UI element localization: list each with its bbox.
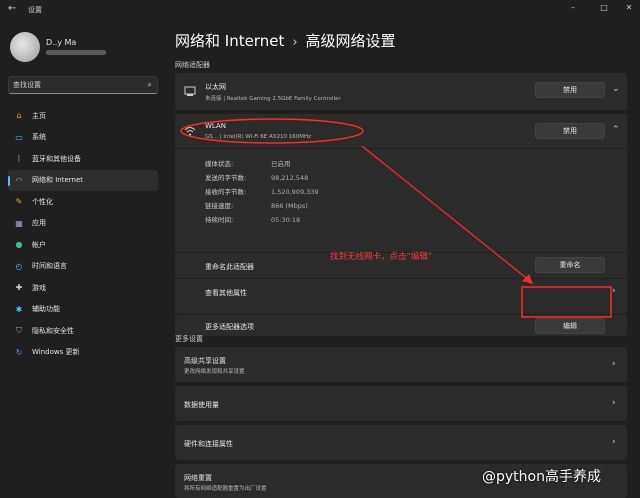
ethernet-icon: [184, 86, 196, 96]
network-reset-title: 网络重置: [184, 474, 212, 482]
wifi-icon: ◠: [15, 175, 23, 185]
data-usage-title: 数据使用量: [184, 401, 219, 409]
detail-bytes-sent: 发送的字节数: 98,212,548: [205, 174, 309, 182]
sidebar-nav: ⌂ 主页 ▭ 系统 ᛒ 蓝牙和其他设备 ◠ 网络和 Internet ✎ 个性化 ▦ 应用 ● 帐户 ◴ 时间…: [8, 105, 158, 363]
chevron-right-icon: ›: [612, 359, 616, 369]
sidebar-item-person[interactable]: ● 帐户: [8, 234, 158, 256]
sidebar: D..y Ma ⌕ ⌂ 主页 ▭ 系统 ᛒ 蓝牙和其他设备 ◠ 网络和 Internet ✎ 个性…: [0, 18, 165, 498]
avatar[interactable]: [10, 32, 40, 62]
accessibility-icon: ✱: [15, 304, 23, 314]
sidebar-item-monitor[interactable]: ▭ 系统: [8, 127, 158, 149]
wifi-icon: [184, 127, 196, 136]
chevron-down-icon[interactable]: ⌄: [612, 84, 620, 94]
detail-media-status: 媒体状态: 已启用: [205, 160, 291, 168]
sidebar-item-brush[interactable]: ✎ 个性化: [8, 191, 158, 213]
sidebar-item-label: 应用: [32, 219, 46, 228]
search-box[interactable]: ⌕: [8, 76, 158, 94]
annotation-text: 找到无线网卡，点击“编辑”: [330, 252, 433, 262]
apps-icon: ▦: [15, 218, 23, 228]
detail-link-speed: 链接速度: 866 (Mbps): [205, 202, 308, 210]
page-title: 高级网络设置: [305, 32, 396, 50]
update-icon: ↻: [15, 347, 23, 357]
adapters-section-label: 网络适配器: [175, 61, 210, 69]
sidebar-item-label: 辅助功能: [32, 305, 60, 314]
bluetooth-icon: ᛒ: [16, 154, 22, 164]
sidebar-item-update[interactable]: ↻ Windows 更新: [8, 342, 158, 364]
sidebar-item-label: 隐私和安全性: [32, 326, 74, 335]
maximize-icon[interactable]: □: [597, 2, 611, 14]
minimize-icon[interactable]: –: [566, 2, 580, 14]
more-adapter-options-label: 更多适配器选项: [205, 323, 254, 331]
monitor-icon: ▭: [15, 132, 23, 142]
sidebar-item-label: 帐户: [32, 240, 46, 249]
sidebar-item-label: 主页: [32, 111, 46, 120]
globe-clock-icon: ◴: [15, 261, 23, 271]
breadcrumb-parent[interactable]: 网络和 Internet: [175, 32, 284, 50]
home-icon: ⌂: [16, 111, 22, 121]
wlan-subtitle: GS... | Intel(R) Wi-Fi 6E AX210 160MHz: [205, 134, 312, 140]
chevron-right-icon: ›: [612, 437, 616, 447]
sidebar-item-apps[interactable]: ▦ 应用: [8, 213, 158, 235]
more-settings-section-label: 更多设置: [175, 335, 203, 343]
gamepad-icon: ✚: [15, 283, 23, 293]
edit-button[interactable]: 编辑: [535, 318, 605, 334]
sidebar-item-label: 系统: [32, 133, 46, 142]
back-arrow-icon[interactable]: ←: [8, 3, 16, 14]
window-title: 设置: [28, 6, 42, 14]
search-icon[interactable]: ⌕: [148, 80, 152, 90]
divider: [175, 148, 627, 149]
network-reset-subtitle: 将所有网络适配器重置为出厂设置: [184, 486, 267, 492]
wlan-disable-button[interactable]: 禁用: [535, 123, 605, 139]
chevron-right-icon: ›: [612, 286, 616, 296]
ethernet-title: 以太网: [205, 83, 226, 91]
search-input[interactable]: [13, 79, 133, 91]
brush-icon: ✎: [15, 197, 23, 207]
wlan-adapter-card: WLAN GS... | Intel(R) Wi-Fi 6E AX210 160…: [175, 114, 627, 314]
more-adapter-options-row: 更多适配器选项 编辑: [175, 314, 627, 336]
ethernet-adapter-card[interactable]: 以太网 未连接 | Realtek Gaming 2.5GbE Family C…: [175, 73, 627, 110]
breadcrumb-separator: ›: [292, 35, 298, 50]
user-email-redacted: [46, 50, 106, 55]
chevron-up-icon[interactable]: ⌃: [612, 125, 620, 135]
hardware-properties-title: 硬件和连接属性: [184, 440, 233, 448]
sidebar-item-label: 蓝牙和其他设备: [32, 154, 81, 163]
detail-duration: 持续时间: 05:30:18: [205, 216, 301, 224]
view-properties-row[interactable]: 查看其他属性 ›: [175, 278, 627, 304]
rename-button[interactable]: 重命名: [535, 257, 605, 273]
ethernet-subtitle: 未连接 | Realtek Gaming 2.5GbE Family Contr…: [205, 96, 341, 102]
data-usage-row[interactable]: 数据使用量 ›: [175, 386, 627, 421]
detail-bytes-received: 接收的字节数: 1,520,909,339: [205, 188, 319, 196]
sidebar-item-gamepad[interactable]: ✚ 游戏: [8, 277, 158, 299]
sidebar-item-bluetooth[interactable]: ᛒ 蓝牙和其他设备: [8, 148, 158, 170]
sidebar-item-shield[interactable]: ⛉ 隐私和安全性: [8, 320, 158, 342]
wlan-title: WLAN: [205, 122, 227, 130]
watermark: @python高手养成: [482, 469, 601, 485]
sidebar-item-label: 游戏: [32, 283, 46, 292]
close-icon[interactable]: ✕: [622, 2, 636, 14]
advanced-sharing-row[interactable]: 高级共享设置 更改网络发现和共享设置 ›: [175, 347, 627, 382]
advanced-sharing-title: 高级共享设置: [184, 357, 226, 365]
sidebar-item-label: 个性化: [32, 197, 53, 206]
person-icon: ●: [15, 240, 23, 250]
rename-adapter-label: 重命名此适配器: [205, 263, 254, 271]
advanced-sharing-subtitle: 更改网络发现和共享设置: [184, 369, 245, 375]
sidebar-item-label: 网络和 Internet: [32, 176, 84, 185]
sidebar-item-accessibility[interactable]: ✱ 辅助功能: [8, 299, 158, 321]
hardware-properties-row[interactable]: 硬件和连接属性 ›: [175, 425, 627, 460]
sidebar-item-home[interactable]: ⌂ 主页: [8, 105, 158, 127]
breadcrumb: 网络和 Internet › 高级网络设置: [175, 30, 396, 51]
ethernet-disable-button[interactable]: 禁用: [535, 82, 605, 98]
title-bar: ← 设置 – □ ✕: [0, 0, 640, 18]
sidebar-item-label: 时间和语言: [32, 262, 67, 271]
shield-icon: ⛉: [16, 325, 22, 335]
sidebar-item-label: Windows 更新: [32, 348, 80, 357]
chevron-right-icon: ›: [612, 398, 616, 408]
sidebar-item-globe-clock[interactable]: ◴ 时间和语言: [8, 256, 158, 278]
view-properties-label: 查看其他属性: [205, 289, 247, 297]
sidebar-item-wifi[interactable]: ◠ 网络和 Internet: [8, 169, 158, 191]
user-name: D..y Ma: [46, 38, 77, 47]
